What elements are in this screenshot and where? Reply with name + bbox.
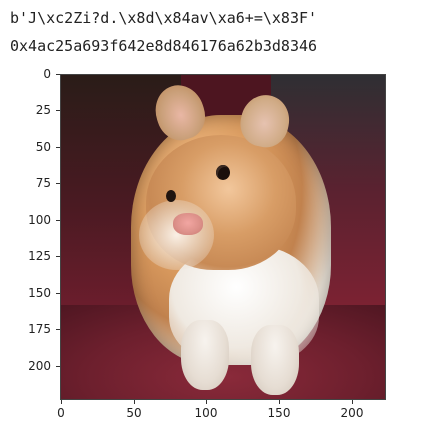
y-tick (56, 74, 60, 75)
y-tick (56, 366, 60, 367)
image-axes (60, 74, 386, 400)
x-tick-label: 0 (57, 406, 65, 420)
hamster-leg-left (181, 320, 229, 390)
x-tick (134, 400, 135, 404)
y-tick-label: 125 (28, 249, 51, 263)
hamster-leg-right (251, 325, 299, 395)
y-tick (56, 329, 60, 330)
hamster-eye-left (166, 190, 176, 202)
x-tick (279, 400, 280, 404)
y-tick (56, 147, 60, 148)
x-tick-label: 50 (126, 406, 142, 420)
hamster-cheek (139, 200, 214, 270)
x-tick (61, 400, 62, 404)
y-tick (56, 256, 60, 257)
y-tick (56, 110, 60, 111)
y-tick-label: 50 (35, 140, 51, 154)
x-tick-label: 200 (340, 406, 364, 420)
y-tick-label: 0 (43, 67, 51, 81)
hamster-eye-right (216, 165, 230, 180)
hamster-nose (173, 213, 203, 235)
y-tick-label: 100 (28, 213, 51, 227)
y-tick (56, 293, 60, 294)
y-tick (56, 220, 60, 221)
y-tick-label: 150 (28, 286, 51, 300)
y-tick (56, 183, 60, 184)
x-tick (352, 400, 353, 404)
y-tick-label: 200 (28, 359, 51, 373)
x-tick (206, 400, 207, 404)
x-tick-label: 100 (194, 406, 218, 420)
y-tick-label: 75 (35, 176, 51, 190)
x-tick-label: 150 (267, 406, 291, 420)
image-plot: 0 25 50 75 100 125 150 175 200 0 50 100 … (0, 0, 433, 437)
y-tick-label: 175 (28, 322, 51, 336)
y-tick-label: 25 (35, 103, 51, 117)
